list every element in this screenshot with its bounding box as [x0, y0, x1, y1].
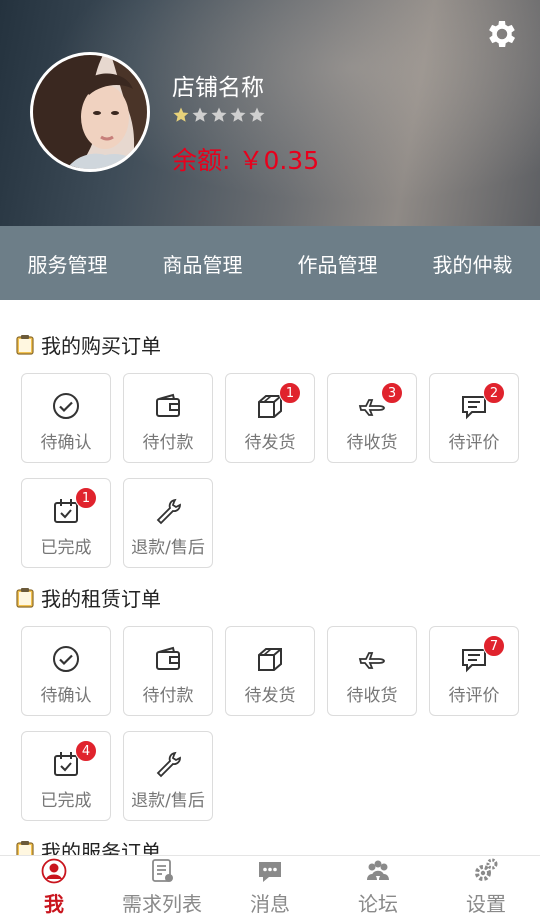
tile-label: 待收货	[346, 433, 398, 453]
star-empty-icon	[211, 107, 227, 122]
tab-works-management[interactable]: 作品管理	[292, 249, 384, 278]
nav-me[interactable]: 我	[0, 856, 108, 924]
store-name: 店铺名称	[172, 75, 264, 101]
tile-label: 待收货	[346, 686, 398, 706]
count-badge: 7	[483, 635, 505, 657]
check-circle-icon	[53, 646, 79, 672]
avatar[interactable]	[30, 52, 150, 172]
message-icon	[259, 862, 281, 882]
count-badge: 1	[279, 382, 301, 404]
clipboard-icon	[16, 335, 34, 355]
count-badge: 3	[381, 382, 403, 404]
tile-label: 待确认	[40, 686, 92, 706]
nav-forum[interactable]: 论坛	[324, 856, 432, 924]
tile-label: 退款/售后	[131, 538, 205, 558]
nav-messages[interactable]: 消息	[216, 856, 324, 924]
section-title: 我的租赁订单	[16, 583, 161, 612]
store-profile-page: 店铺名称 余额: ￥0.35 服务管理 商品管理 作品管理 我的仲裁 我的购买订…	[0, 0, 540, 924]
star-empty-icon	[192, 107, 208, 122]
clipboard-icon	[16, 841, 34, 855]
nav-settings[interactable]: 设置	[432, 856, 540, 924]
management-tabs: 服务管理 商品管理 作品管理 我的仲裁	[0, 226, 540, 300]
section-title-label: 我的租赁订单	[41, 587, 161, 611]
tile-label: 待评价	[448, 686, 500, 706]
profile-header: 店铺名称 余额: ￥0.35	[0, 0, 540, 226]
tile-label: 已完成	[40, 791, 92, 811]
nav-label: 消息	[250, 892, 290, 916]
orders-content[interactable]: 我的购买订单 待确认 待付款 待发货 1 待收货 3 待评价 2 已完成 1 退款/售后 我的租赁订单待…	[0, 300, 540, 855]
count-badge: 2	[483, 382, 505, 404]
star-filled-icon	[173, 107, 189, 122]
box-icon	[258, 648, 282, 671]
rating-stars	[172, 106, 266, 124]
tile-label: 已完成	[40, 538, 92, 558]
nav-demand-list[interactable]: 需求列表	[108, 856, 216, 924]
nav-label: 设置	[466, 892, 506, 916]
order-status-tile[interactable]: 待发货	[225, 626, 315, 716]
section-title: 我的购买订单	[16, 330, 161, 359]
wrench-icon	[156, 751, 181, 778]
tile-label: 待付款	[142, 433, 194, 453]
wallet-icon	[156, 646, 180, 670]
tile-label: 退款/售后	[131, 791, 205, 811]
balance-label: 余额:	[172, 146, 231, 175]
gears-icon	[475, 858, 498, 881]
order-status-tile[interactable]: 待付款	[123, 626, 213, 716]
list-icon	[152, 859, 173, 882]
balance: 余额: ￥0.35	[172, 141, 319, 177]
tab-my-arbitration[interactable]: 我的仲裁	[427, 249, 519, 278]
order-status-tile[interactable]: 待收货 3	[327, 373, 417, 463]
section-title-label: 我的服务订单	[41, 840, 161, 855]
tile-label: 待发货	[244, 686, 296, 706]
bottom-nav: 我 需求列表 消息 论坛 设置	[0, 855, 540, 924]
order-status-tile[interactable]: 已完成 1	[21, 478, 111, 568]
community-icon	[367, 860, 389, 880]
tile-label: 待确认	[40, 433, 92, 453]
avatar-image	[33, 55, 147, 169]
count-badge: 1	[75, 487, 97, 509]
order-status-tile[interactable]: 退款/售后	[123, 478, 213, 568]
gear-icon[interactable]	[484, 16, 520, 52]
count-badge: 4	[75, 740, 97, 762]
wallet-icon	[156, 393, 180, 417]
order-status-tile[interactable]: 待收货	[327, 626, 417, 716]
user-icon	[41, 858, 67, 884]
wrench-icon	[156, 498, 181, 525]
order-status-tile[interactable]: 待评价 7	[429, 626, 519, 716]
order-status-tile[interactable]: 待确认	[21, 373, 111, 463]
order-status-tile[interactable]: 待发货 1	[225, 373, 315, 463]
order-status-tile[interactable]: 待评价 2	[429, 373, 519, 463]
clipboard-icon	[16, 588, 34, 608]
tab-service-management[interactable]: 服务管理	[22, 249, 114, 278]
section-title-label: 我的购买订单	[41, 334, 161, 358]
order-status-tile[interactable]: 待确认	[21, 626, 111, 716]
star-empty-icon	[230, 107, 246, 122]
tile-label: 待付款	[142, 686, 194, 706]
section-title: 我的服务订单	[16, 836, 161, 855]
nav-label: 我	[44, 892, 64, 916]
airplane-icon	[358, 652, 385, 669]
star-empty-icon	[249, 107, 265, 122]
order-status-tile[interactable]: 待付款	[123, 373, 213, 463]
tile-label: 待发货	[244, 433, 296, 453]
order-status-tile[interactable]: 已完成 4	[21, 731, 111, 821]
check-circle-icon	[53, 393, 79, 419]
order-status-tile[interactable]: 退款/售后	[123, 731, 213, 821]
nav-label: 论坛	[358, 892, 398, 916]
tab-product-management[interactable]: 商品管理	[157, 249, 249, 278]
balance-value: ￥0.35	[238, 146, 320, 175]
nav-label: 需求列表	[122, 892, 202, 916]
tile-label: 待评价	[448, 433, 500, 453]
